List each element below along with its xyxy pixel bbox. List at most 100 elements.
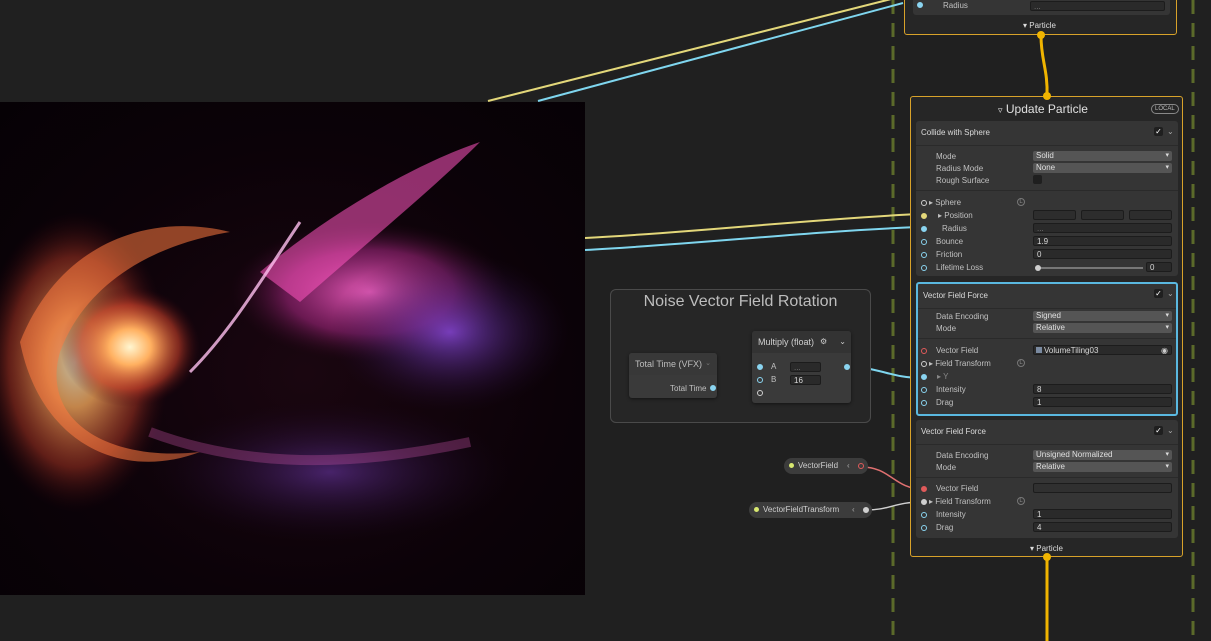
vff2-intensity-port[interactable]	[921, 512, 927, 518]
vff1-field-transform-port[interactable]	[921, 361, 927, 367]
update-title-text: Update Particle	[1005, 102, 1088, 116]
collide-enabled-checkbox[interactable]: ✓	[1154, 127, 1163, 136]
friction-field[interactable]: 0	[1033, 249, 1172, 259]
rough-surface-checkbox[interactable]	[1033, 175, 1042, 184]
vector-field-force-block-1[interactable]: Vector Field Force ✓ ⌄ Data Encoding Sig…	[916, 282, 1178, 416]
collide-radius-mode-dropdown[interactable]: None ▾	[1033, 163, 1172, 173]
vff1-encoding-dropdown[interactable]: Signed ▾	[1033, 311, 1172, 321]
vff2-mode-label: Mode	[936, 463, 957, 472]
collide-mode-dropdown[interactable]: Solid ▾	[1033, 151, 1172, 161]
space-info-icon[interactable]: L	[1017, 359, 1025, 367]
gear-icon[interactable]: ⚙	[820, 331, 827, 353]
flow-port-update-in[interactable]	[1043, 92, 1051, 100]
radius-field[interactable]: ...	[1033, 223, 1172, 233]
total-time-title: Total Time (VFX) ⌄	[629, 353, 717, 375]
vff1-intensity-field[interactable]: 8	[1033, 384, 1172, 394]
vff1-intensity-port[interactable]	[921, 387, 927, 393]
object-picker-icon[interactable]: ◉	[1161, 346, 1168, 356]
friction-port[interactable]	[921, 252, 927, 258]
top-radius-field[interactable]: ...	[1030, 1, 1165, 11]
chevron-down-icon[interactable]: ⌄	[1167, 426, 1174, 435]
lifetime-loss-port[interactable]	[921, 265, 927, 271]
vff2-enabled-checkbox[interactable]: ✓	[1154, 426, 1163, 435]
update-particle-context[interactable]: ▿ Update Particle LOCAL Collide with Sph…	[910, 96, 1183, 557]
position-port[interactable]	[921, 213, 927, 219]
collide-with-sphere-block[interactable]: Collide with Sphere ✓ ⌄ Mode Solid ▾ Radi…	[916, 121, 1178, 276]
collide-radius-mode-label: Radius Mode	[936, 164, 984, 173]
wire-yellow-top	[487, 0, 892, 102]
vector-field-property[interactable]: VectorField ‹	[784, 458, 868, 474]
multiply-b-field[interactable]: 16	[790, 375, 821, 385]
vff2-intensity-field[interactable]: 1	[1033, 509, 1172, 519]
multiply-b-port[interactable]	[757, 377, 763, 383]
chevron-down-icon[interactable]: ⌄	[839, 331, 846, 353]
multiply-output-port[interactable]	[844, 364, 850, 370]
vff1-y-port[interactable]	[921, 374, 927, 380]
lifetime-loss-slider[interactable]	[1037, 267, 1143, 269]
vector-field-transform-property[interactable]: VectorFieldTransform ‹	[749, 502, 872, 518]
vff2-encoding-dropdown[interactable]: Unsigned Normalized ▾	[1033, 450, 1172, 460]
vff1-y-label: ▸ Y	[937, 372, 949, 381]
vff2-field-transform-port[interactable]	[921, 499, 927, 505]
position-z-field[interactable]	[1129, 210, 1172, 220]
vff1-mode-dropdown[interactable]: Relative ▾	[1033, 323, 1172, 333]
vff2-title: Vector Field Force	[921, 427, 986, 436]
multiply-title-text: Multiply (float)	[758, 337, 815, 347]
radius-port[interactable]	[917, 2, 923, 8]
vff2-vector-field-port[interactable]	[921, 486, 927, 492]
position-x-field[interactable]	[1033, 210, 1076, 220]
vff2-vector-field-label: Vector Field	[936, 484, 979, 493]
vector-field-force-block-2[interactable]: Vector Field Force ✓ ⌄ Data Encoding Uns…	[916, 420, 1178, 538]
flow-port-update-out[interactable]	[1043, 553, 1051, 561]
context-header: ▿ Update Particle LOCAL	[911, 97, 1182, 121]
bounce-port[interactable]	[921, 239, 927, 245]
dropdown-arrow-icon: ▾	[1165, 463, 1169, 470]
chevron-down-icon[interactable]: ⌄	[1167, 127, 1174, 136]
flow-icon: ▾	[1030, 544, 1035, 553]
bounce-label: Bounce	[936, 237, 964, 246]
total-time-node[interactable]: Total Time (VFX) ⌄ Total Time	[629, 353, 717, 398]
lifetime-loss-field[interactable]: 0	[1146, 262, 1172, 272]
space-badge[interactable]: LOCAL	[1151, 104, 1179, 114]
multiply-extra-port[interactable]	[757, 390, 763, 396]
context-flow-icon: ▿	[998, 105, 1003, 115]
chevron-down-icon[interactable]: ⌄	[705, 353, 711, 375]
chevron-left-icon[interactable]: ‹	[847, 458, 850, 474]
sphere-port[interactable]	[921, 200, 927, 206]
top-radius-label: Radius	[943, 1, 968, 10]
space-info-icon[interactable]: L	[1017, 497, 1025, 505]
vff1-vector-field-port[interactable]	[921, 348, 927, 354]
bounce-field[interactable]: 1.9	[1033, 236, 1172, 246]
wire-cyan-radius	[584, 226, 919, 251]
lifetime-loss-slider-knob[interactable]	[1035, 265, 1041, 271]
multiply-a-port[interactable]	[757, 364, 763, 370]
vff1-field-transform-label: ▸ Field Transform	[929, 359, 991, 368]
vector-field-property-port[interactable]	[858, 463, 864, 469]
vff2-drag-field[interactable]: 4	[1033, 522, 1172, 532]
space-info-icon[interactable]: L	[1017, 198, 1025, 206]
multiply-a-field[interactable]: ...	[790, 362, 821, 372]
vff2-drag-port[interactable]	[921, 525, 927, 531]
vff1-drag-port[interactable]	[921, 400, 927, 406]
collide-mode-value: Solid	[1036, 151, 1054, 160]
flow-port-top[interactable]	[1037, 31, 1045, 39]
position-y-field[interactable]	[1081, 210, 1124, 220]
vff1-enabled-checkbox[interactable]: ✓	[1154, 289, 1163, 298]
update-flow-text: Particle	[1036, 544, 1063, 553]
vff1-vector-field-object[interactable]: VolumeTiling03 ◉	[1033, 345, 1172, 355]
top-context-block: Radius ...	[913, 0, 1170, 15]
vff2-mode-dropdown[interactable]: Relative ▾	[1033, 462, 1172, 472]
vff1-mode-value: Relative	[1036, 323, 1065, 332]
multiply-node[interactable]: Multiply (float) ⚙ ⌄ A ... B 16	[752, 331, 851, 403]
vector-field-transform-property-port[interactable]	[863, 507, 869, 513]
vff1-block-header: Vector Field Force	[918, 284, 1176, 309]
chevron-down-icon[interactable]: ⌄	[1167, 289, 1174, 298]
dropdown-arrow-icon: ▾	[1165, 324, 1169, 331]
vff1-drag-field[interactable]: 1	[1033, 397, 1172, 407]
chevron-left-icon[interactable]: ‹	[852, 502, 855, 518]
vff2-vector-field-object[interactable]	[1033, 483, 1172, 493]
group-title: Noise Vector Field Rotation	[643, 293, 838, 310]
radius-port[interactable]	[921, 226, 927, 232]
collide-rough-label: Rough Surface	[936, 176, 990, 185]
total-time-output-port[interactable]	[710, 385, 716, 391]
